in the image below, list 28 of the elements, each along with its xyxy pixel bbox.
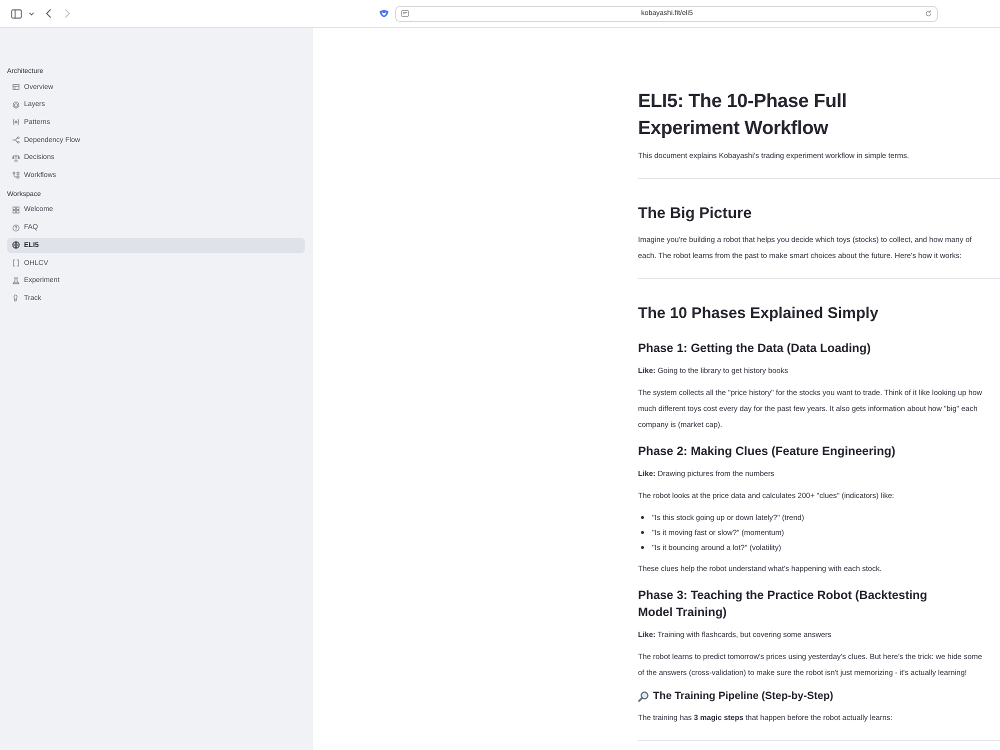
bullet-icon xyxy=(641,531,644,534)
sidebar-toggle-icon[interactable] xyxy=(11,8,22,18)
flask-icon xyxy=(12,276,20,285)
brackets-icon xyxy=(12,259,20,267)
grid-icon xyxy=(12,206,20,214)
bullet-icon xyxy=(641,516,644,519)
section-heading: The Big Picture xyxy=(638,204,753,224)
branch-icon xyxy=(12,136,20,144)
back-icon[interactable] xyxy=(46,9,51,18)
bullet-icon xyxy=(641,546,644,549)
section-heading: The 10 Phases Explained Simply xyxy=(638,304,880,324)
chevron-down-icon[interactable] xyxy=(29,12,34,16)
subsection-heading: Phase 2: Making Clues (Feature Engineering) xyxy=(638,443,896,460)
subsection-heading: Phase 3: Teaching the Practice Robot (Backtesting Model Training) xyxy=(638,587,928,621)
asterisk-icon xyxy=(12,118,20,126)
question-icon xyxy=(12,224,20,232)
page-icon[interactable] xyxy=(401,10,409,17)
layout-icon xyxy=(12,83,20,91)
shield-icon[interactable] xyxy=(379,9,389,18)
page-title: ELI5: The 10-Phase Full Experiment Workflow xyxy=(638,90,848,141)
scale-icon xyxy=(12,154,20,162)
nodes-icon xyxy=(12,171,20,180)
subheading: The Training Pipeline (Step-by-Step) xyxy=(653,689,834,704)
reload-icon[interactable] xyxy=(925,10,932,17)
subsection-heading: Phase 1: Getting the Data (Data Loading) xyxy=(638,340,872,357)
footprint-icon xyxy=(12,294,20,302)
hexagon-icon xyxy=(12,100,20,109)
globe-icon xyxy=(12,241,20,250)
